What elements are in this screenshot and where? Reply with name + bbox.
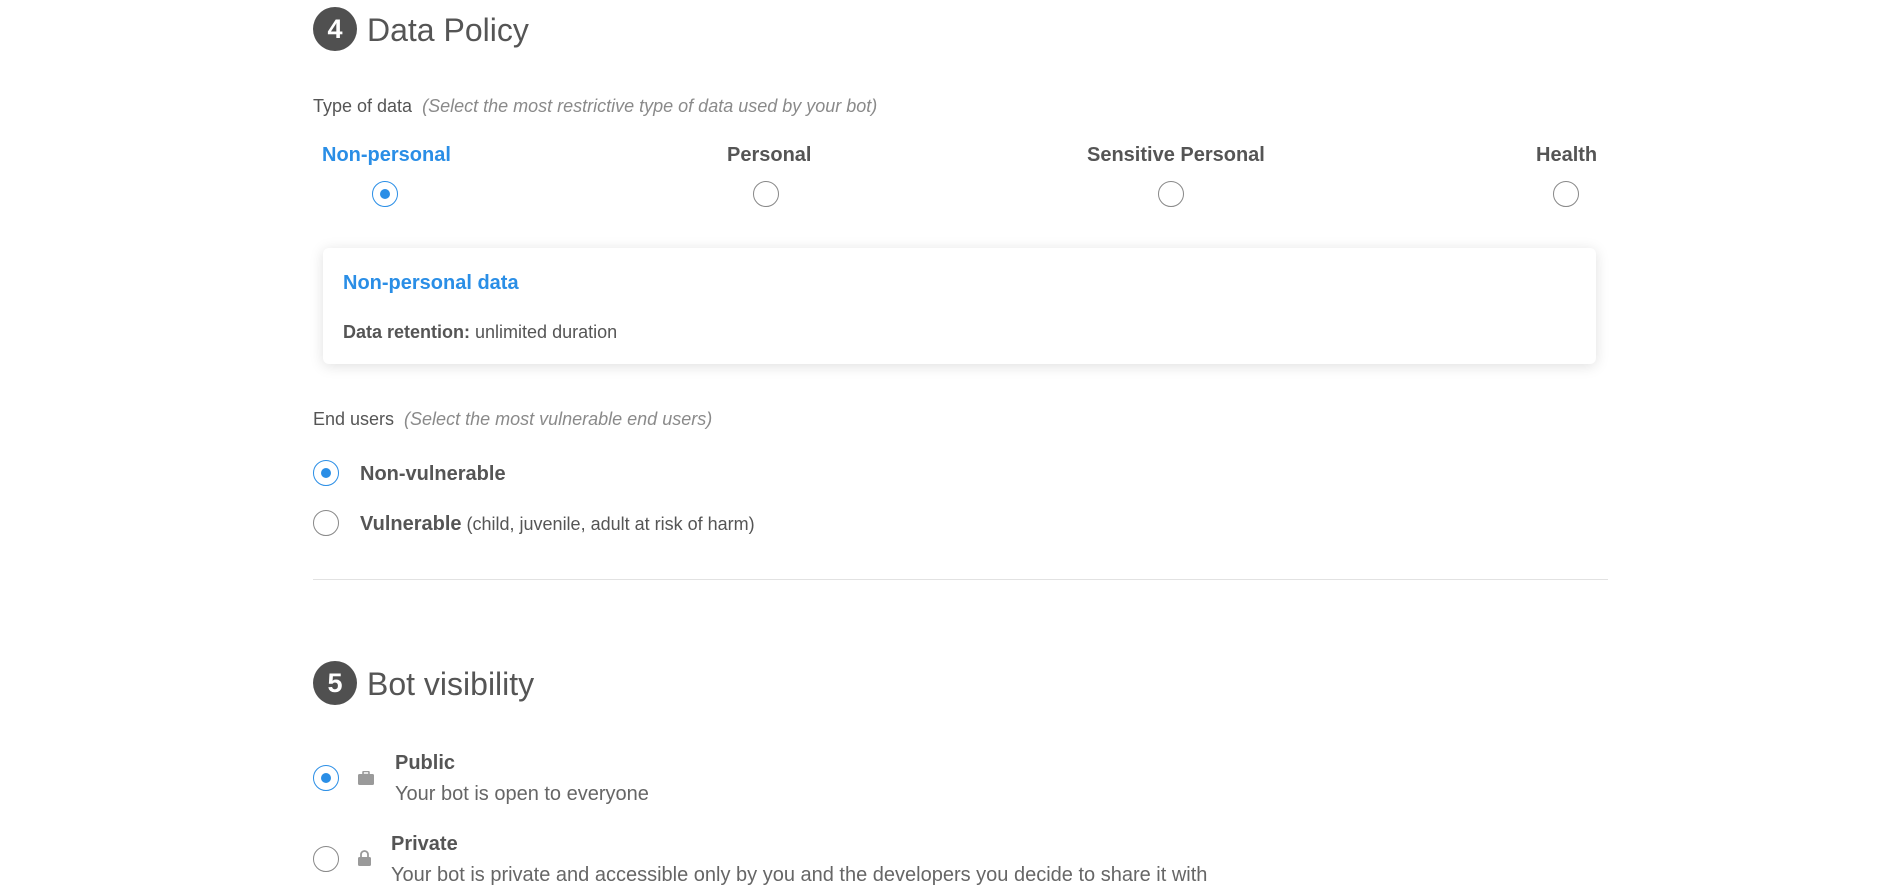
end-users-hint: (Select the most vulnerable end users): [404, 409, 713, 429]
section-title: Bot visibility: [367, 666, 535, 702]
visibility-public-title[interactable]: Public: [395, 753, 455, 773]
data-type-sensitive-personal-radio[interactable]: [1158, 181, 1184, 207]
radio-dot: [321, 773, 331, 783]
vulnerable-label[interactable]: Vulnerable (child, juvenile, adult at ris…: [360, 514, 755, 534]
vulnerable-note: (child, juvenile, adult at risk of harm): [466, 514, 755, 534]
end-users-label: End users (Select the most vulnerable end…: [313, 410, 712, 428]
step-number-badge: 5: [313, 661, 357, 705]
section-title: Data Policy: [367, 12, 529, 48]
data-type-info-card: Non-personal data Data retention: unlimi…: [323, 248, 1596, 364]
data-type-personal-radio[interactable]: [753, 181, 779, 207]
lock-icon: [355, 849, 373, 867]
briefcase-icon-svg: [358, 771, 374, 785]
radio-dot: [380, 189, 390, 199]
type-of-data-hint: (Select the most restrictive type of dat…: [422, 96, 878, 116]
data-type-non-personal-radio[interactable]: [372, 181, 398, 207]
type-of-data-label: Type of data (Select the most restrictive…: [313, 97, 877, 115]
step-number-badge: 4: [313, 7, 357, 51]
vulnerable-radio[interactable]: [313, 510, 339, 536]
data-retention-value: unlimited duration: [475, 322, 618, 342]
lock-icon-svg: [357, 850, 371, 866]
visibility-private-radio[interactable]: [313, 846, 339, 872]
non-vulnerable-radio[interactable]: [313, 460, 339, 486]
visibility-private-title[interactable]: Private: [391, 834, 458, 854]
data-type-option-label[interactable]: Personal: [727, 145, 811, 165]
type-of-data-label-text: Type of data: [313, 96, 413, 116]
data-type-health-radio[interactable]: [1553, 181, 1579, 207]
visibility-public-radio[interactable]: [313, 765, 339, 791]
data-retention-line: Data retention: unlimited duration: [343, 323, 617, 341]
data-type-option-label[interactable]: Sensitive Personal: [1087, 145, 1265, 165]
radio-dot: [321, 468, 331, 478]
visibility-private-description: Your bot is private and accessible only …: [391, 864, 1208, 886]
data-retention-label: Data retention:: [343, 322, 471, 342]
non-vulnerable-label[interactable]: Non-vulnerable: [360, 464, 506, 484]
section-divider: [313, 579, 1608, 580]
briefcase-icon: [357, 769, 375, 787]
data-type-option-label[interactable]: Health: [1536, 145, 1597, 165]
data-type-option-label[interactable]: Non-personal: [322, 145, 451, 165]
vulnerable-label-text: Vulnerable: [360, 513, 462, 535]
info-card-title: Non-personal data: [343, 272, 519, 294]
visibility-public-description: Your bot is open to everyone: [395, 783, 649, 805]
end-users-label-text: End users: [313, 409, 395, 429]
